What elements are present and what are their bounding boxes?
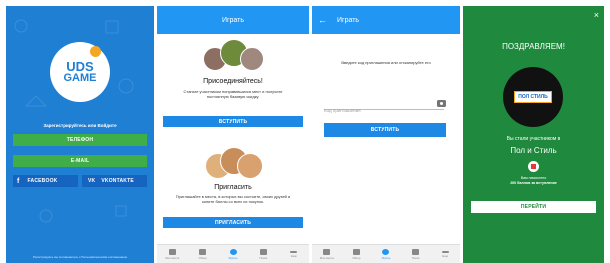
play-screen: Играть Присоединяйтесь! Станьте участник…: [157, 6, 309, 263]
code-input-field[interactable]: Код приглашения: [324, 99, 444, 113]
congrats-screen: × ПОЗДРАВЛЯЕМ! ПОЛ СТИЛЬ Вы стали участн…: [463, 6, 604, 263]
overview-icon: [199, 248, 207, 255]
play-title: Играть: [221, 16, 245, 24]
more-icon: [290, 250, 298, 253]
tab-overview[interactable]: Обзор: [187, 245, 217, 263]
phone-login-button[interactable]: ТЕЛЕФОН: [13, 134, 147, 146]
terms-footer[interactable]: Регистрируясь вы соглашаетесь с Пользова…: [8, 255, 152, 259]
logo-coin-icon: [90, 46, 101, 57]
invite-code-title: Играть: [337, 16, 360, 24]
invite-code-app-bar: ← Играть: [312, 6, 460, 34]
credited-text: Вам начислено 200 баллов за вступление: [463, 176, 604, 186]
credited-line-2: 200 баллов за вступление: [510, 181, 557, 185]
email-login-button[interactable]: E-MAIL: [13, 155, 147, 167]
invite-heading: Пригласить: [214, 184, 252, 191]
code-input-placeholder: Код приглашения: [324, 108, 361, 113]
facebook-login-button[interactable]: f FACEBOOK: [13, 175, 78, 187]
facebook-button-label: FACEBOOK: [27, 178, 58, 184]
join-by-code-button[interactable]: ВСТУПИТЬ: [324, 123, 446, 137]
add-people-icon: [382, 248, 390, 255]
brand-logo: ПОЛ СТИЛЬ: [514, 91, 552, 103]
gift-icon: [528, 161, 539, 172]
tab-search[interactable]: Поиск: [401, 245, 431, 263]
join-button[interactable]: ВСТУПИТЬ: [163, 116, 303, 127]
places-illustration: [203, 39, 264, 73]
tab-play[interactable]: Играть: [371, 245, 401, 263]
bottom-tab-bar: Мои места Обзор Играть Поиск Ещё: [157, 244, 309, 263]
tab-search[interactable]: Поиск: [248, 245, 278, 263]
close-icon[interactable]: ×: [594, 10, 599, 20]
go-button[interactable]: ПЕРЕЙТИ: [471, 201, 596, 213]
invite-code-screen: ← Играть Введите код приглашения или отс…: [312, 6, 460, 263]
more-icon: [441, 250, 449, 253]
vk-icon: VK: [88, 178, 96, 184]
add-people-icon: [229, 248, 237, 255]
places-icon: [323, 248, 331, 255]
tab-my-places[interactable]: Мои места: [312, 245, 342, 263]
place-photo: [240, 47, 264, 71]
place-name: Пол и Стиль: [510, 146, 557, 155]
invite-description: Приглашайте в места, в которых вы состои…: [175, 194, 291, 204]
tab-play[interactable]: Играть: [218, 245, 248, 263]
camera-scan-icon[interactable]: [437, 100, 446, 107]
join-heading: Присоединяйтесь!: [203, 78, 263, 85]
join-description: Станьте участником понравившихся мест и …: [183, 89, 283, 99]
congrats-heading: ПОЗДРАВЛЯЕМ!: [502, 42, 565, 51]
invite-button[interactable]: ПРИГЛАСИТЬ: [163, 217, 303, 228]
tab-my-places[interactable]: Мои места: [157, 245, 187, 263]
became-member-text: Вы стали участником в: [506, 136, 561, 142]
vk-login-button[interactable]: VK VKONTAKTE: [82, 175, 147, 187]
vk-button-label: VKONTAKTE: [101, 178, 134, 184]
search-icon: [412, 248, 420, 255]
uds-game-logo: UDS GAME: [50, 42, 110, 102]
tab-more[interactable]: Ещё: [279, 245, 309, 263]
screenshot-strip: UDS GAME Зарегистрируйтесь или Войдите Т…: [0, 0, 610, 263]
play-app-bar: Играть: [157, 6, 309, 34]
friend-photo: [237, 153, 263, 179]
overview-icon: [352, 248, 360, 255]
register-prompt: Зарегистрируйтесь или Войдите: [43, 123, 117, 128]
brand-logo-circle: ПОЛ СТИЛЬ: [503, 67, 563, 127]
places-icon: [168, 248, 176, 255]
tab-overview[interactable]: Обзор: [342, 245, 372, 263]
search-icon: [259, 248, 267, 255]
tab-more[interactable]: Ещё: [430, 245, 460, 263]
bottom-tab-bar: Мои места Обзор Играть Поиск Ещё: [312, 244, 460, 263]
login-screen: UDS GAME Зарегистрируйтесь или Войдите Т…: [6, 6, 154, 263]
back-arrow-icon[interactable]: ←: [318, 15, 327, 25]
friends-illustration: [205, 147, 263, 179]
facebook-icon: f: [17, 177, 20, 185]
logo-word-game: GAME: [63, 72, 97, 84]
code-instruction: Введите код приглашения или отсканируйте…: [341, 60, 431, 65]
